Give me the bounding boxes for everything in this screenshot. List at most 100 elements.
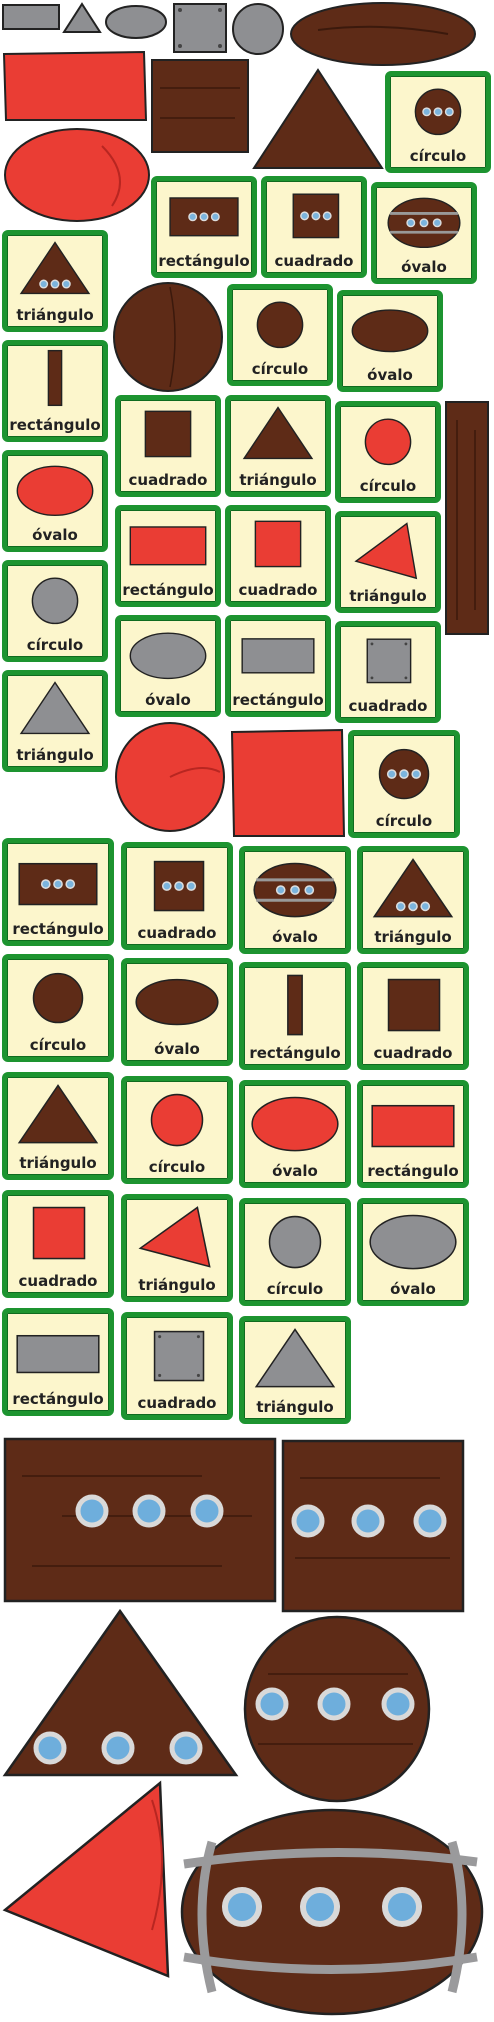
card-circle[interactable]: círculo (335, 401, 441, 503)
wood-large-triangle-bolts-sprite (2, 1608, 239, 1777)
card-oval[interactable]: óvalo (371, 182, 477, 284)
gray-circle-icon (268, 1215, 322, 1269)
wood-large-square-bolts-sprite (281, 1439, 465, 1613)
card-label: cuadrado (137, 924, 217, 942)
card-oval[interactable]: óvalo (239, 1080, 351, 1188)
wood-square-bolts-icon (153, 860, 205, 912)
card-oval[interactable]: óvalo (337, 290, 443, 392)
wood-triangle-sprite (252, 68, 384, 169)
card-rectangle[interactable]: rectángulo (2, 838, 114, 946)
gray-oval-icon (369, 1214, 457, 1270)
wood-large-rectangle-bolts-sprite (3, 1437, 277, 1603)
card-rectangle[interactable]: rectángulo (2, 1308, 114, 1416)
gray-square-icon (153, 1330, 205, 1382)
card-label: cuadrado (238, 581, 318, 599)
gray-circle-icon (31, 577, 79, 625)
card-oval[interactable]: óvalo (239, 846, 351, 954)
card-triangle[interactable]: triángulo (357, 846, 469, 954)
card-label: círculo (266, 1280, 324, 1298)
card-circle[interactable]: círculo (121, 1076, 233, 1184)
card-label: rectángulo (122, 581, 214, 599)
card-label: círculo (359, 477, 417, 495)
wood-oval-icon (135, 978, 219, 1026)
card-circle[interactable]: círculo (385, 71, 491, 173)
card-label: triángulo (239, 471, 317, 489)
card-triangle[interactable]: triángulo (335, 511, 441, 613)
card-triangle[interactable]: triángulo (2, 230, 108, 332)
wood-triangle-icon (242, 406, 314, 460)
card-circle[interactable]: círculo (2, 560, 108, 662)
card-square[interactable]: cuadrado (357, 962, 469, 1070)
red-rectangle-sprite (2, 50, 148, 121)
card-triangle[interactable]: triángulo (2, 670, 108, 772)
card-label: óvalo (145, 691, 191, 709)
card-label: triángulo (256, 1398, 334, 1416)
red-circle-icon (364, 418, 412, 466)
wood-rectangle-bolts-icon (169, 197, 239, 237)
red-rectangle-icon (129, 526, 207, 566)
card-label: triángulo (16, 746, 94, 764)
gray-square-icon (366, 638, 412, 684)
wood-triangle-bolts-icon (19, 241, 91, 295)
card-square[interactable]: cuadrado (121, 842, 233, 950)
red-triangle-icon (354, 522, 418, 580)
card-square[interactable]: cuadrado (261, 176, 367, 278)
card-rectangle[interactable]: rectángulo (357, 1080, 469, 1188)
card-rectangle[interactable]: rectángulo (151, 176, 257, 278)
wood-circle-icon (256, 301, 304, 349)
card-label: triángulo (19, 1154, 97, 1172)
card-square[interactable]: cuadrado (121, 1312, 233, 1420)
wood-circle-sprite (113, 282, 223, 392)
card-label: cuadrado (137, 1394, 217, 1412)
gray-rectangle-icon (16, 1334, 100, 1374)
wood-large-barrel-bolts-sprite (180, 1808, 484, 2016)
card-label: cuadrado (373, 1044, 453, 1062)
card-label: rectángulo (232, 691, 324, 709)
wood-rectangle-bolts-icon (18, 862, 98, 906)
card-label: círculo (26, 636, 84, 654)
wood-thin-rectangle-icon (287, 974, 303, 1036)
card-label: óvalo (32, 526, 78, 544)
card-label: triángulo (16, 306, 94, 324)
card-label: círculo (251, 360, 309, 378)
card-circle[interactable]: círculo (239, 1198, 351, 1306)
wood-square-bolts-icon (292, 193, 340, 239)
card-oval[interactable]: óvalo (121, 958, 233, 1066)
card-triangle[interactable]: triángulo (121, 1194, 233, 1302)
card-triangle[interactable]: triángulo (239, 1316, 351, 1424)
card-triangle[interactable]: triángulo (225, 395, 331, 497)
card-square[interactable]: cuadrado (335, 621, 441, 723)
card-circle[interactable]: círculo (227, 284, 333, 386)
gray-rectangle-sprite (2, 4, 60, 30)
card-oval[interactable]: óvalo (2, 450, 108, 552)
card-label: rectángulo (9, 416, 101, 434)
card-square[interactable]: cuadrado (115, 395, 221, 497)
wood-large-circle-bolts-sprite (243, 1615, 431, 1803)
wood-circle-bolts-icon (378, 748, 430, 800)
card-oval[interactable]: óvalo (115, 615, 221, 717)
red-oval-icon (251, 1096, 339, 1152)
red-triangle-icon (138, 1206, 211, 1268)
card-circle[interactable]: círculo (348, 730, 460, 838)
card-rectangle[interactable]: rectángulo (115, 505, 221, 607)
red-square-sprite (230, 728, 346, 837)
gray-rectangle-icon (241, 638, 315, 674)
card-label: cuadrado (348, 697, 428, 715)
card-label: triángulo (349, 587, 427, 605)
red-rectangle-icon (371, 1104, 455, 1148)
card-square[interactable]: cuadrado (2, 1190, 114, 1298)
wood-circle-icon (32, 972, 84, 1024)
card-label: óvalo (272, 1162, 318, 1180)
card-square[interactable]: cuadrado (225, 505, 331, 607)
gray-triangle-icon (254, 1328, 336, 1388)
card-oval[interactable]: óvalo (357, 1198, 469, 1306)
card-label: óvalo (272, 928, 318, 946)
card-label: círculo (375, 812, 433, 830)
card-rectangle[interactable]: rectángulo (239, 962, 351, 1070)
card-rectangle[interactable]: rectángulo (2, 340, 108, 442)
red-square-icon (254, 520, 302, 568)
card-triangle[interactable]: triángulo (2, 1072, 114, 1180)
card-circle[interactable]: círculo (2, 954, 114, 1062)
wood-thin-rectangle-icon (47, 349, 63, 407)
card-rectangle[interactable]: rectángulo (225, 615, 331, 717)
